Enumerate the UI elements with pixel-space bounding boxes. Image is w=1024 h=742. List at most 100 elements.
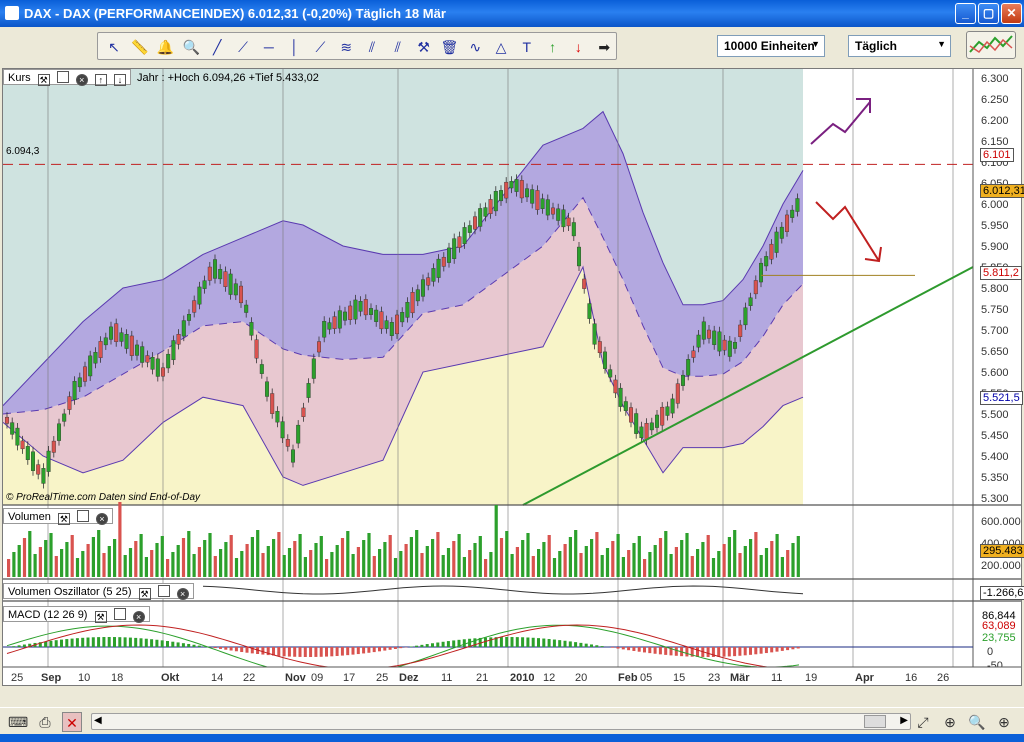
x-axis-label: Okt — [161, 672, 180, 684]
candle-body — [717, 331, 722, 352]
window-icon[interactable] — [113, 608, 126, 620]
price-panel-header: Kurs ⚒ × ↑ ↓ — [3, 69, 131, 86]
zoom-out-icon[interactable]: 🔍 — [967, 712, 987, 732]
macd-histogram-bar — [102, 637, 106, 647]
keyboard-icon[interactable]: ⌨ — [8, 712, 28, 732]
candle-body — [254, 339, 259, 359]
macd-histogram-bar — [17, 645, 21, 647]
close-icon[interactable]: × — [75, 74, 88, 86]
next-arrow-icon[interactable]: ➡ — [593, 36, 615, 58]
volume-bar — [277, 532, 281, 577]
horizontal-line-icon[interactable]: ─ — [258, 36, 280, 58]
close-icon[interactable]: × — [176, 588, 189, 600]
wrench-icon[interactable]: ⚒ — [138, 588, 151, 600]
macd-histogram-bar — [362, 647, 366, 654]
triangle-icon[interactable]: △ — [490, 36, 512, 58]
close-icon[interactable]: × — [132, 611, 145, 623]
x-axis-label: 22 — [243, 672, 255, 684]
fan-icon[interactable]: ⟋ — [309, 36, 331, 58]
volume-bar — [696, 549, 700, 577]
candle-body — [514, 179, 519, 192]
volume-bar — [150, 550, 154, 577]
resistance-badge: 6.101 — [980, 148, 1014, 162]
cursor-icon[interactable]: ↖ — [103, 36, 125, 58]
candle-body — [124, 334, 129, 349]
macd-histogram-bar — [627, 647, 631, 651]
vertical-line-icon[interactable]: │ — [284, 36, 306, 58]
macd-histogram-bar — [722, 647, 726, 657]
volume-bar — [181, 538, 186, 577]
line-icon[interactable]: ╱ — [206, 36, 228, 58]
volume-bar — [250, 537, 254, 577]
up-icon[interactable]: ↑ — [94, 74, 107, 86]
maximize-button[interactable]: ▢ — [978, 3, 999, 24]
volume-bar — [404, 544, 408, 577]
oscillator-panel-label: Volumen Oszillator (5 25) — [8, 586, 132, 598]
macd-histogram-bar — [367, 647, 371, 653]
macd-histogram-bar — [780, 647, 784, 651]
candle-body — [790, 209, 795, 218]
buy-arrow-icon[interactable]: ↑ — [542, 36, 564, 58]
units-select[interactable]: 10000 Einheiten ▼ — [717, 35, 825, 57]
sell-arrow-icon[interactable]: ↓ — [567, 36, 589, 58]
candle-body — [629, 407, 634, 423]
ruler-icon[interactable]: 📏 — [129, 36, 151, 58]
close-button[interactable]: ✕ — [1001, 3, 1022, 24]
trash-icon[interactable]: 🗑 — [438, 36, 460, 58]
tools-icon[interactable]: ⚒ — [413, 36, 435, 58]
period-select[interactable]: Täglich ▼ — [848, 35, 951, 57]
window-icon[interactable] — [56, 71, 69, 83]
disconnect-icon[interactable]: ✕ — [62, 712, 82, 732]
volume-bar — [627, 550, 631, 577]
window-icon[interactable] — [76, 510, 89, 522]
volume-bar — [595, 532, 599, 577]
wrench-icon[interactable]: ⚒ — [57, 513, 70, 525]
period-select-value: Täglich — [855, 39, 898, 53]
chart-style-button[interactable] — [966, 31, 1016, 59]
volume-bar — [102, 553, 106, 577]
macd-histogram-bar — [685, 647, 689, 657]
down-icon[interactable]: ↓ — [113, 74, 126, 86]
pattern-icon[interactable]: ∿ — [464, 36, 486, 58]
text-icon[interactable]: T — [516, 36, 538, 58]
channel-icon[interactable]: ⫽ — [361, 36, 383, 58]
macd-panel-label: MACD (12 26 9) — [8, 609, 88, 621]
wrench-icon[interactable]: ⚒ — [94, 611, 107, 623]
close-icon[interactable]: × — [96, 513, 108, 525]
macd-histogram-bar — [510, 637, 514, 647]
candle-body — [655, 414, 660, 428]
macd-histogram-bar — [160, 640, 164, 647]
chart-area[interactable]: 6.3006.2506.2006.1506.1006.0506.0005.950… — [2, 68, 1024, 686]
fibonacci-icon[interactable]: ≋ — [335, 36, 357, 58]
zoom-in-icon[interactable]: ⊕ — [994, 712, 1014, 732]
volume-bar — [563, 544, 567, 577]
zoom-fit-icon[interactable]: ⊕ — [940, 712, 960, 732]
volume-bar — [579, 553, 583, 577]
scroll-thumb[interactable] — [864, 715, 886, 728]
scroll-right-icon[interactable]: ▶ — [900, 715, 908, 726]
print-icon[interactable]: ⎙ — [35, 712, 55, 732]
alarm-icon[interactable]: 🔔 — [155, 36, 177, 58]
scroll-left-icon[interactable]: ◀ — [94, 715, 102, 726]
macd-histogram-bar — [473, 638, 477, 647]
candle-body — [613, 379, 618, 394]
wrench-icon[interactable]: ⚒ — [37, 74, 50, 86]
window-icon[interactable] — [157, 585, 170, 597]
candle-body — [712, 330, 717, 345]
minimize-button[interactable]: _ — [955, 3, 976, 24]
ray-icon[interactable]: ⟋ — [232, 36, 254, 58]
zoom-icon[interactable]: 🔍 — [180, 36, 202, 58]
horizontal-scrollbar[interactable]: ◀ ▶ — [91, 713, 911, 730]
volume-bar — [674, 547, 678, 577]
parallel-icon[interactable]: ⫽ — [387, 36, 409, 58]
candle-body — [82, 366, 87, 382]
volume-bar — [436, 532, 440, 577]
fit-icon[interactable]: ⤢ — [913, 712, 933, 732]
macd-histogram-bar — [70, 638, 74, 647]
candle-body — [769, 243, 774, 260]
macd-histogram-bar — [431, 643, 434, 647]
volume-bar — [197, 547, 201, 577]
candle-body — [275, 411, 280, 423]
volume-bar — [648, 552, 652, 577]
volume-bar — [643, 559, 647, 577]
